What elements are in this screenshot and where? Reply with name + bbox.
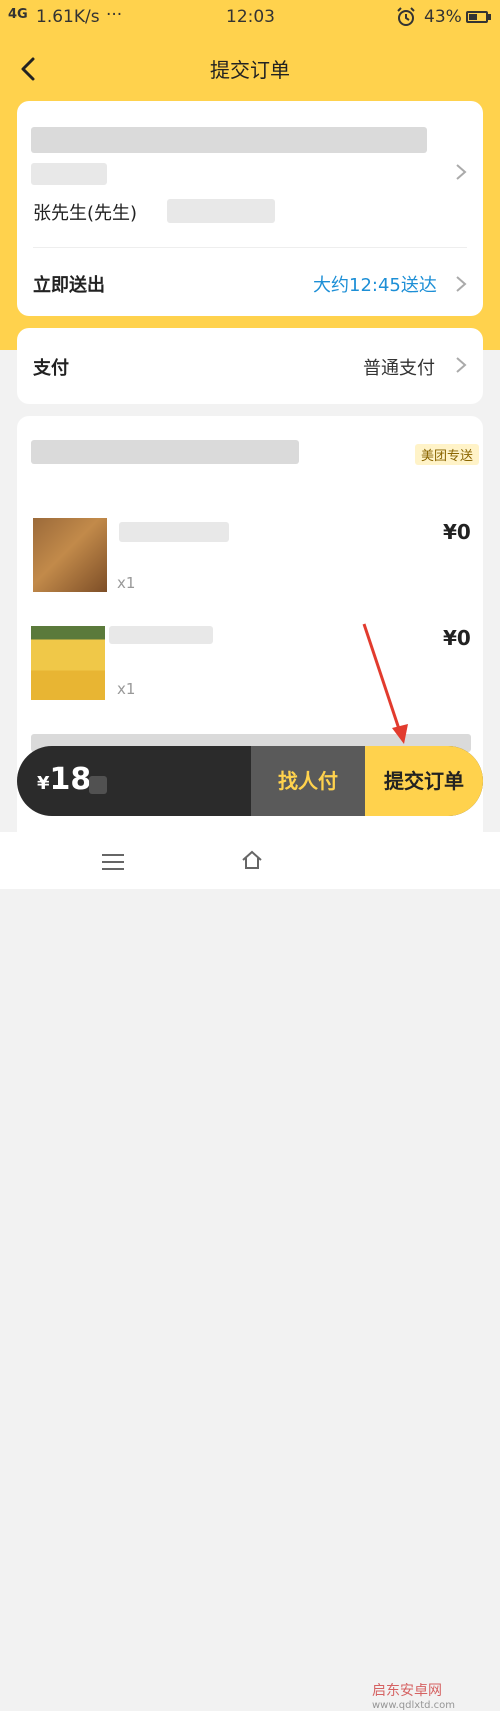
delivery-eta[interactable]: 大约12:45送达 bbox=[313, 271, 437, 297]
total-extra-redacted bbox=[89, 776, 107, 794]
status-bar: 4G 1.61K/s ··· 12:03 43% bbox=[0, 0, 500, 36]
address-line2-redacted bbox=[31, 163, 107, 185]
total-amount: 18 bbox=[49, 762, 92, 797]
watermark-name: 启东安卓网 bbox=[372, 1683, 442, 1699]
chevron-right-icon bbox=[456, 357, 467, 373]
nav-bar: 提交订单 bbox=[0, 40, 500, 96]
product-thumbnail bbox=[33, 518, 107, 592]
delivery-badge: 美团专送 bbox=[415, 444, 480, 465]
status-dots: ··· bbox=[106, 5, 123, 25]
payment-card[interactable]: 支付 普通支付 bbox=[17, 328, 483, 404]
submit-order-button[interactable]: 提交订单 bbox=[365, 746, 483, 816]
address-line-redacted bbox=[31, 127, 427, 153]
home-icon[interactable] bbox=[240, 848, 264, 872]
alarm-clock-icon bbox=[394, 5, 418, 34]
battery-icon bbox=[466, 11, 488, 23]
network-speed: 1.61K/s bbox=[36, 7, 100, 27]
payment-label: 支付 bbox=[33, 358, 69, 379]
chevron-right-icon bbox=[456, 164, 467, 180]
battery-tip bbox=[488, 14, 491, 20]
item-quantity: x1 bbox=[117, 574, 136, 592]
address-card[interactable]: 张先生(先生) 立即送出 大约12:45送达 bbox=[17, 101, 483, 316]
annotation-arrow-icon bbox=[362, 623, 408, 744]
clock: 12:03 bbox=[226, 7, 275, 27]
product-name-redacted bbox=[109, 626, 213, 644]
product-thumbnail bbox=[31, 626, 105, 700]
item-price: ¥0 bbox=[443, 626, 471, 650]
battery-percent: 43% bbox=[424, 7, 462, 27]
checkout-bar: ¥18 找人付 提交订单 bbox=[17, 746, 483, 816]
payment-method: 普通支付 bbox=[363, 358, 435, 379]
find-someone-pay-button[interactable]: 找人付 bbox=[251, 746, 365, 816]
item-quantity: x1 bbox=[117, 680, 136, 698]
contact-name: 张先生(先生) bbox=[33, 203, 138, 224]
menu-icon[interactable] bbox=[102, 854, 124, 875]
delivery-label: 立即送出 bbox=[33, 275, 105, 296]
product-name-redacted bbox=[119, 522, 229, 542]
order-total: ¥18 bbox=[37, 762, 91, 797]
chevron-right-icon bbox=[456, 276, 467, 292]
item-price: ¥0 bbox=[443, 520, 471, 544]
watermark-url: www.qdlxtd.com bbox=[372, 1700, 455, 1711]
currency-symbol: ¥ bbox=[37, 773, 50, 794]
watermark: 启东安卓网 www.qdlxtd.com bbox=[372, 1680, 455, 1711]
divider bbox=[33, 247, 467, 248]
network-indicator: 4G bbox=[8, 7, 28, 22]
store-name-redacted bbox=[31, 440, 299, 464]
phone-redacted bbox=[167, 199, 275, 223]
page-title: 提交订单 bbox=[210, 58, 290, 82]
system-nav-bar: 启东安卓网 www.qdlxtd.com bbox=[0, 832, 500, 1711]
